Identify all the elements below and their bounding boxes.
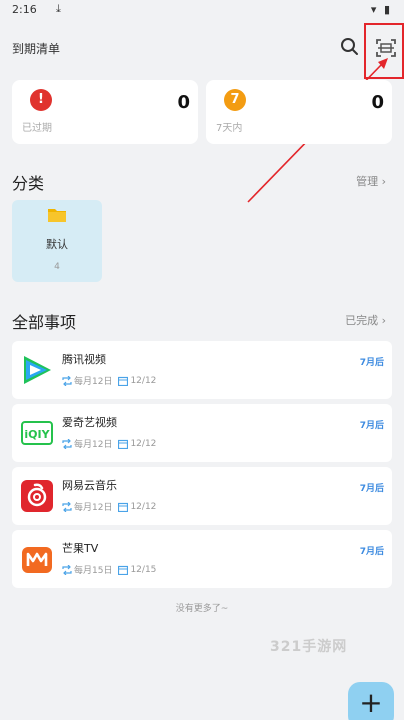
- no-more-note: 没有更多了~: [175, 604, 229, 614]
- calendar-icon: [118, 376, 129, 386]
- item-repeat: 每月15日: [74, 566, 113, 576]
- item-name: 爱奇艺视频: [62, 416, 117, 429]
- completed-link[interactable]: 已完成 ›: [345, 312, 386, 328]
- search-icon[interactable]: [340, 36, 360, 58]
- app-bar: 到期清单: [0, 30, 404, 66]
- download-icon: ⤓: [56, 2, 61, 15]
- categories-title: 分类: [12, 174, 45, 193]
- category-name: 默认: [46, 238, 68, 251]
- manage-link[interactable]: 管理 ›: [356, 173, 386, 189]
- item-date: 12/12: [130, 501, 157, 512]
- category-default[interactable]: 默认 4: [12, 200, 102, 282]
- item-due: 7月后: [359, 484, 384, 494]
- item-due: 7月后: [359, 358, 384, 368]
- alert-icon: !: [30, 89, 52, 111]
- seven-days-icon: 7: [224, 89, 246, 111]
- calendar-icon: [118, 565, 129, 575]
- item-date: 12/12: [130, 438, 157, 449]
- seven-days-count: 0: [371, 92, 384, 113]
- item-repeat: 每月12日: [74, 503, 113, 513]
- status-time: 2:16: [12, 3, 37, 16]
- item-meta: 每月12日 12/12: [62, 374, 156, 387]
- item-repeat: 每月12日: [74, 440, 113, 450]
- item-repeat: 每月12日: [74, 377, 113, 387]
- calendar-icon: [118, 439, 129, 449]
- repeat-icon: [62, 438, 72, 449]
- expired-card[interactable]: ! 0 已过期: [12, 80, 198, 144]
- item-due: 7月后: [359, 547, 384, 557]
- list-item[interactable]: iQIY 爱奇艺视频 每月12日 12/12 7月后: [12, 404, 392, 462]
- watermark: 321手游网: [270, 639, 348, 655]
- item-date: 12/15: [130, 564, 157, 575]
- iqiyi-logo: iQIY: [21, 421, 53, 445]
- item-name: 腾讯视频: [62, 353, 106, 366]
- list-item[interactable]: 芒果TV 每月15日 12/15 7月后: [12, 530, 392, 588]
- seven-days-card[interactable]: 7 0 7天内: [206, 80, 392, 144]
- item-meta: 每月12日 12/12: [62, 437, 156, 450]
- list-item[interactable]: 网易云音乐 每月12日 12/12 7月后: [12, 467, 392, 525]
- netease-music-logo: [21, 480, 53, 512]
- item-due: 7月后: [359, 421, 384, 431]
- item-date: 12/12: [130, 375, 157, 386]
- wifi-battery-icons: ▾ ▮: [370, 3, 392, 16]
- mango-tv-logo: [22, 547, 52, 573]
- item-meta: 每月12日 12/12: [62, 500, 156, 513]
- item-meta: 每月15日 12/15: [62, 563, 156, 576]
- page-title: 到期清单: [12, 42, 61, 56]
- seven-days-label: 7天内: [216, 123, 243, 134]
- repeat-icon: [62, 501, 72, 512]
- svg-text:iQIY: iQIY: [24, 428, 50, 441]
- scan-icon[interactable]: [375, 37, 397, 59]
- tencent-video-logo: [24, 356, 51, 384]
- status-bar: 2:16 ⤓ ▾ ▮: [0, 0, 404, 22]
- add-item-button[interactable]: +: [348, 682, 394, 720]
- expired-label: 已过期: [22, 123, 52, 134]
- expired-count: 0: [177, 92, 190, 113]
- repeat-icon: [62, 375, 72, 386]
- calendar-icon: [118, 502, 129, 512]
- all-items-title: 全部事项: [12, 313, 77, 332]
- category-count: 4: [54, 262, 60, 272]
- list-item[interactable]: 腾讯视频 每月12日 12/12 7月后: [12, 341, 392, 399]
- item-name: 网易云音乐: [62, 479, 117, 492]
- folder-icon: [48, 209, 66, 222]
- repeat-icon: [62, 564, 72, 575]
- item-name: 芒果TV: [62, 542, 99, 555]
